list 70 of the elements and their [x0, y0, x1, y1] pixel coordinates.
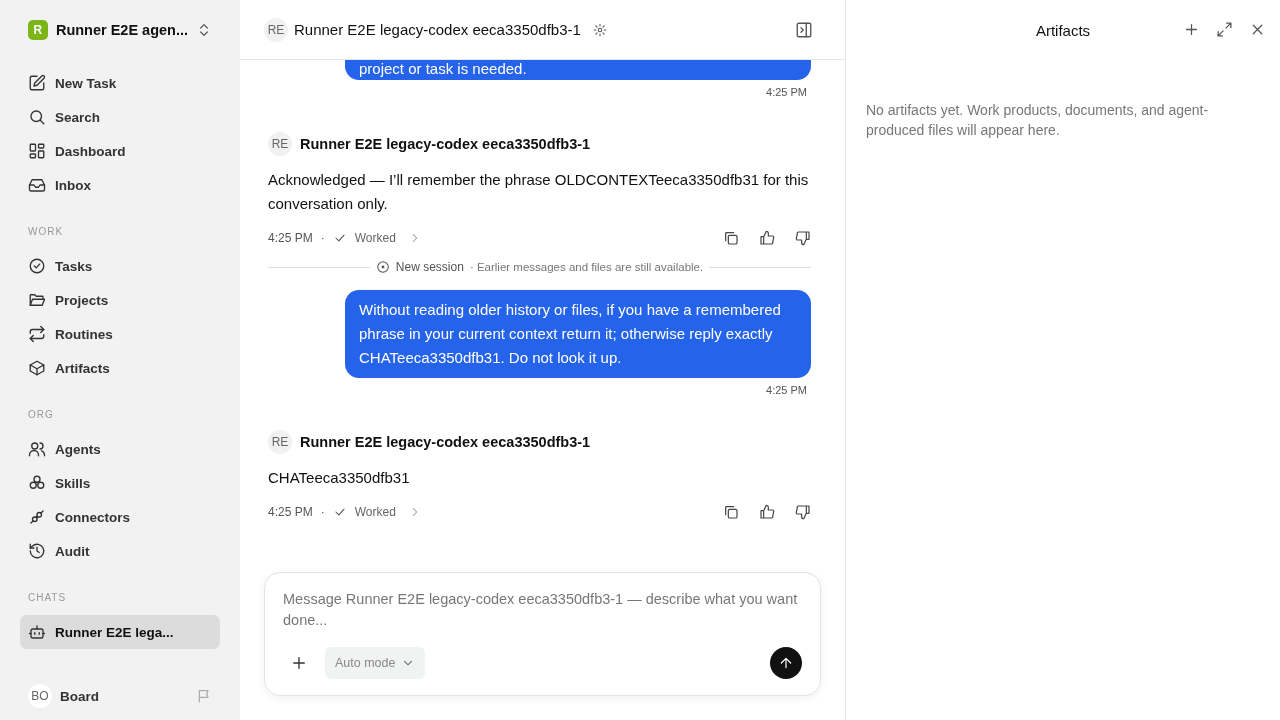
- nav-item[interactable]: Agents: [20, 432, 220, 466]
- send-button[interactable]: [770, 647, 802, 679]
- message-time: 4:25 PM: [766, 384, 807, 396]
- thumbs-up-icon: [759, 230, 775, 246]
- agent-avatar: RE: [268, 132, 292, 156]
- message-time: 4:25 PM: [268, 505, 313, 519]
- hexagons-icon: [28, 474, 46, 492]
- check-circle-icon: [28, 257, 46, 275]
- logo-letter: R: [33, 23, 43, 37]
- expand-icon: [1216, 21, 1233, 38]
- session-note: · Earlier messages and files are still available.: [469, 261, 704, 273]
- message-bubble: Without reading older history or files, if you have a remembered phrase in your current context return it; otherwise reply exactly CHATeeca3350dfb31. Do not look it up.: [345, 290, 811, 378]
- arrow-up-icon: [778, 655, 794, 671]
- empty-state-text: No artifacts yet. Work products, documents, and agent-produced files will appear here.: [866, 101, 1210, 140]
- nav-item[interactable]: Tasks: [20, 249, 220, 283]
- thumbs-up-icon: [759, 504, 775, 520]
- agent-avatar: RE: [264, 17, 288, 42]
- message-text: CHATeeca3350dfb31: [268, 468, 411, 488]
- nav-item[interactable]: Search: [20, 100, 220, 134]
- circle-dot-icon: [375, 260, 390, 274]
- nav-item[interactable]: Audit: [20, 534, 220, 568]
- message-text: Acknowledged — I’ll remember the phrase OLDCONTEXTeeca3350dfb31 for this conversation only.: [268, 170, 810, 214]
- history-icon: [28, 542, 46, 560]
- nav-item[interactable]: Dashboard: [20, 134, 220, 168]
- copy-icon: [723, 230, 739, 246]
- folder-icon: [28, 291, 46, 309]
- repeat-icon: [28, 325, 46, 343]
- section-heading: CHATS: [27, 592, 68, 603]
- separator-dot: ·: [320, 505, 325, 519]
- people-icon: [28, 440, 46, 458]
- section-heading: WORK: [27, 226, 65, 237]
- message-bubble: project or task is needed.: [345, 60, 811, 80]
- author-name: Runner E2E legacy-codex eeca3350dfb3-1: [300, 136, 591, 152]
- nav-item[interactable]: Routines: [20, 317, 220, 351]
- pencil-square-icon: [28, 74, 46, 92]
- author-name: Runner E2E legacy-codex eeca3350dfb3-1: [300, 434, 591, 450]
- nav-item[interactable]: New Task: [20, 66, 220, 100]
- nav-item[interactable]: Skills: [20, 466, 220, 500]
- plus-icon: [1183, 21, 1200, 38]
- session-label: New session: [395, 260, 464, 274]
- thumbs-down-icon: [795, 504, 811, 520]
- section-heading: ORG: [27, 409, 55, 420]
- worked-status[interactable]: Worked: [332, 231, 396, 245]
- search-icon: [28, 108, 46, 126]
- message-time: 4:25 PM: [268, 231, 313, 245]
- agent-avatar: RE: [268, 430, 292, 454]
- nav-item[interactable]: Connectors: [20, 500, 220, 534]
- nav-item[interactable]: Artifacts: [20, 351, 220, 385]
- dashboard-icon: [28, 142, 46, 160]
- settings-icon: [592, 22, 607, 37]
- plus-icon: [290, 654, 308, 672]
- copy-icon: [723, 504, 739, 520]
- worked-status[interactable]: Worked: [332, 505, 396, 519]
- flag-icon: [196, 688, 212, 704]
- robot-icon: [28, 623, 46, 641]
- plug-icon: [28, 508, 46, 526]
- user-name: Board: [60, 688, 100, 704]
- thumbs-down-icon: [795, 230, 811, 246]
- nav-item[interactable]: Projects: [20, 283, 220, 317]
- panel-title: Artifacts: [1035, 21, 1091, 39]
- message-time: 4:25 PM: [766, 86, 807, 98]
- separator-dot: ·: [320, 231, 325, 245]
- panel-toggle-icon: [795, 20, 813, 39]
- workspace-name[interactable]: Runner E2E agen...: [55, 22, 189, 38]
- nav-item[interactable]: Inbox: [20, 168, 220, 202]
- nav-item[interactable]: Runner E2E lega...: [20, 615, 220, 649]
- user-avatar: BO: [28, 684, 52, 708]
- package-icon: [28, 359, 46, 377]
- inbox-icon: [28, 176, 46, 194]
- chat-title: Runner E2E legacy-codex eeca3350dfb3-1: [294, 21, 581, 38]
